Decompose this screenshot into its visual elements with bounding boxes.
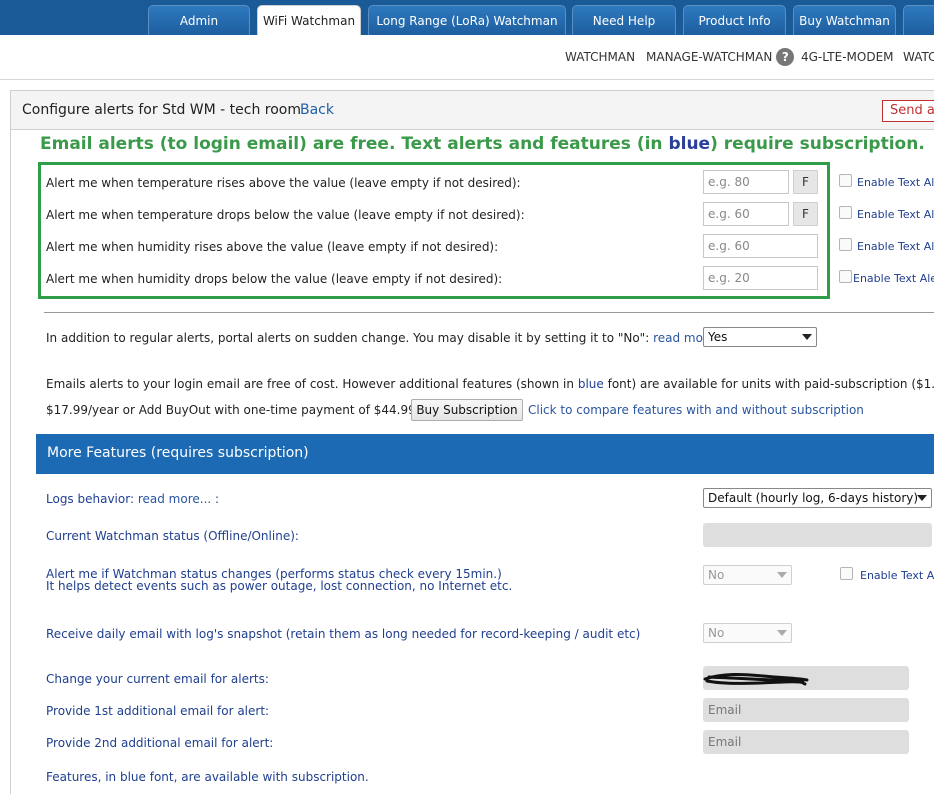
status-change-sublabel: It helps detect events such as power out… bbox=[46, 579, 513, 593]
nav-watchman-label: WATCHMAN bbox=[565, 50, 636, 64]
logs-behavior-select[interactable]: Default (hourly log, 6-days history) bbox=[703, 488, 932, 508]
humidity-drop-text-checkbox[interactable] bbox=[839, 270, 852, 283]
humidity-rise-text-checkbox[interactable] bbox=[839, 238, 852, 251]
status-change-text-checkbox[interactable] bbox=[840, 567, 853, 580]
nav-manage-watchman[interactable]: MANAGE-WATCHMAN? bbox=[646, 48, 795, 66]
chevron-down-icon bbox=[802, 334, 812, 340]
temp-drop-input[interactable]: e.g. 60 bbox=[703, 202, 789, 226]
sub-line1-a: Emails alerts to your login email are fr… bbox=[46, 377, 578, 391]
temp-rise-text-checkbox[interactable] bbox=[839, 174, 852, 187]
more-features-title: More Features (requires subscription) bbox=[47, 445, 309, 461]
temp-rise-unit: F bbox=[793, 170, 818, 194]
chevron-down-icon bbox=[777, 630, 787, 636]
nav-4g-lte-modem[interactable]: 4G-LTE-MODEM bbox=[801, 50, 894, 64]
page-title: Configure alerts for Std WM - tech room bbox=[22, 102, 302, 118]
features-footnote: Features, in blue font, are available wi… bbox=[46, 770, 369, 784]
temp-drop-text-checkbox[interactable] bbox=[839, 206, 852, 219]
temp-rise-label: Alert me when temperature rises above th… bbox=[46, 176, 521, 190]
redaction-scribble bbox=[703, 672, 809, 686]
nav-manage-label: MANAGE-WATCHMAN bbox=[646, 50, 773, 64]
sub-line1-b: font) are available for units with paid-… bbox=[607, 377, 934, 391]
nav-watc[interactable]: WATC bbox=[903, 50, 934, 64]
more-features-header: More Features (requires subscription) bbox=[36, 434, 934, 474]
humidity-rise-label: Alert me when humidity rises above the v… bbox=[46, 240, 499, 254]
send-button[interactable]: Send a bbox=[882, 100, 934, 122]
tab-need-help[interactable]: Need Help bbox=[572, 5, 676, 35]
card-left-border bbox=[10, 130, 11, 794]
humidity-drop-text-label: Enable Text Alert bbox=[853, 272, 934, 285]
tab-wifi-watchman[interactable]: WiFi Watchman bbox=[257, 5, 361, 35]
current-status-field bbox=[703, 523, 932, 547]
humidity-rise-text-label: Enable Text Aler bbox=[857, 240, 934, 253]
temp-drop-label: Alert me when temperature drops below th… bbox=[46, 208, 525, 222]
back-link[interactable]: Back bbox=[300, 102, 334, 118]
chevron-down-icon bbox=[917, 495, 927, 501]
help-icon[interactable]: ? bbox=[776, 48, 795, 66]
email1-label: Provide 1st additional email for alert: bbox=[46, 704, 270, 718]
logs-colon: : bbox=[215, 492, 220, 506]
email2-label: Provide 2nd additional email for alert: bbox=[46, 736, 274, 750]
tab-lora-watchman[interactable]: Long Range (LoRa) Watchman bbox=[368, 5, 566, 35]
divider bbox=[44, 312, 934, 313]
status-change-select[interactable]: No bbox=[703, 565, 792, 585]
subscription-info-line1: Emails alerts to your login email are fr… bbox=[46, 377, 934, 391]
compare-features-link[interactable]: Click to compare features with and witho… bbox=[528, 403, 864, 417]
tab-admin[interactable]: Admin bbox=[148, 5, 250, 35]
sudden-change-label: In addition to regular alerts, portal al… bbox=[46, 331, 726, 345]
humidity-rise-input[interactable]: e.g. 60 bbox=[703, 234, 818, 258]
sudden-change-text: In addition to regular alerts, portal al… bbox=[46, 331, 650, 345]
subscription-headline: Email alerts (to login email) are free. … bbox=[40, 134, 925, 154]
logs-behavior-value: Default (hourly log, 6-days history) bbox=[708, 491, 919, 505]
sub-navigation: WATCHMAN MANAGE-WATCHMAN? 4G-LTE-MODEM W… bbox=[0, 35, 934, 80]
headline-part2: ) require subscription. bbox=[710, 134, 925, 154]
humidity-drop-label: Alert me when humidity drops below the v… bbox=[46, 272, 503, 286]
tab-more[interactable] bbox=[903, 5, 934, 35]
sudden-change-select[interactable]: Yes bbox=[703, 327, 817, 347]
email2-input[interactable]: Email bbox=[703, 730, 909, 754]
buy-subscription-button[interactable]: Buy Subscription bbox=[411, 399, 523, 421]
change-email-label: Change your current email for alerts: bbox=[46, 672, 269, 686]
temp-drop-unit: F bbox=[793, 202, 818, 226]
status-change-value: No bbox=[708, 568, 725, 582]
top-tab-bar: Admin WiFi Watchman Long Range (LoRa) Wa… bbox=[0, 0, 934, 35]
temp-drop-text-label: Enable Text Aler bbox=[857, 208, 934, 221]
email1-input[interactable]: Email bbox=[703, 698, 909, 722]
chevron-down-icon bbox=[777, 572, 787, 578]
tab-buy-watchman[interactable]: Buy Watchman bbox=[793, 5, 896, 35]
headline-blue: blue bbox=[668, 134, 711, 154]
logs-label: Logs behavior: bbox=[46, 492, 135, 506]
humidity-drop-input[interactable]: e.g. 20 bbox=[703, 266, 818, 290]
sudden-change-value: Yes bbox=[708, 330, 728, 344]
nav-watchman[interactable]: WATCHMAN bbox=[565, 50, 635, 64]
daily-email-label: Receive daily email with log's snapshot … bbox=[46, 627, 641, 641]
status-change-text-label: Enable Text Ale bbox=[860, 569, 934, 582]
headline-part1: Email alerts (to login email) are free. … bbox=[40, 134, 669, 154]
logs-behavior-label: Logs behavior: read more... : bbox=[46, 492, 219, 506]
subscription-info-line2: $17.99/year or Add BuyOut with one-time … bbox=[46, 403, 425, 417]
daily-email-select[interactable]: No bbox=[703, 623, 792, 643]
card-header: Configure alerts for Std WM - tech room … bbox=[10, 90, 934, 130]
temp-rise-text-label: Enable Text Aler bbox=[857, 176, 934, 189]
temp-rise-input[interactable]: e.g. 80 bbox=[703, 170, 789, 194]
current-status-label: Current Watchman status (Offline/Online)… bbox=[46, 529, 299, 543]
sub-line1-blue: blue bbox=[577, 377, 604, 391]
nav-lte-label: 4G-LTE-MODEM bbox=[801, 50, 894, 64]
daily-email-value: No bbox=[708, 626, 725, 640]
nav-watc-label: WATC bbox=[903, 50, 934, 64]
logs-read-more-link[interactable]: read more... bbox=[138, 492, 211, 506]
tab-product-info[interactable]: Product Info bbox=[683, 5, 786, 35]
